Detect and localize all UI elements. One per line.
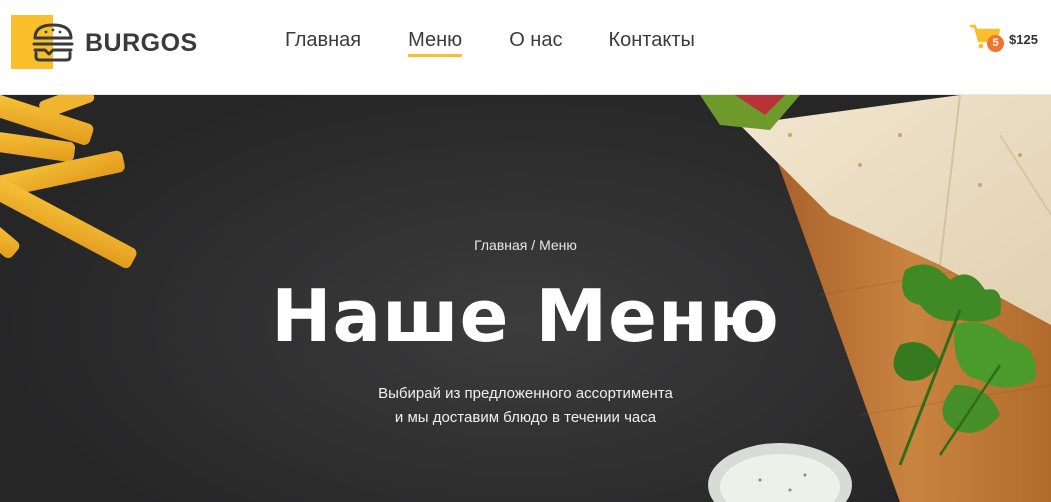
page-title: Наше Меню <box>271 274 780 358</box>
site-header: BURGOS Главная Меню О нас Контакты 5 $12… <box>0 0 1051 95</box>
burger-icon <box>11 15 77 69</box>
hero-subtitle-line-1: Выбирай из предложенного ассортимента <box>378 385 673 402</box>
nav-item-contacts[interactable]: Контакты <box>608 27 694 55</box>
cart-icon: 5 <box>969 24 1004 54</box>
hero-subtitle: Выбирай из предложенного ассортимента и … <box>0 382 1051 430</box>
logo-text: BURGOS <box>85 28 198 57</box>
nav-item-home[interactable]: Главная <box>285 27 361 55</box>
nav-item-about[interactable]: О нас <box>509 27 562 55</box>
hero-banner: Главная / Меню Наше Меню Выбирай из пред… <box>0 95 1051 502</box>
logo-link[interactable]: BURGOS <box>11 15 198 69</box>
breadcrumb-home-link[interactable]: Главная <box>474 237 527 253</box>
cart-count-badge: 5 <box>987 35 1004 52</box>
breadcrumb-separator: / <box>527 237 540 253</box>
nav-item-menu[interactable]: Меню <box>408 27 463 57</box>
hero-content: Главная / Меню Наше Меню Выбирай из пред… <box>0 95 1051 502</box>
hero-subtitle-line-2: и мы доставим блюдо в течении часа <box>394 409 657 426</box>
cart-button[interactable]: 5 $125 <box>969 24 1038 54</box>
main-nav: Главная Меню О нас Контакты <box>285 27 695 57</box>
breadcrumb: Главная / Меню <box>0 237 1051 253</box>
breadcrumb-current: Меню <box>539 237 577 253</box>
cart-total: $125 <box>1009 31 1038 47</box>
